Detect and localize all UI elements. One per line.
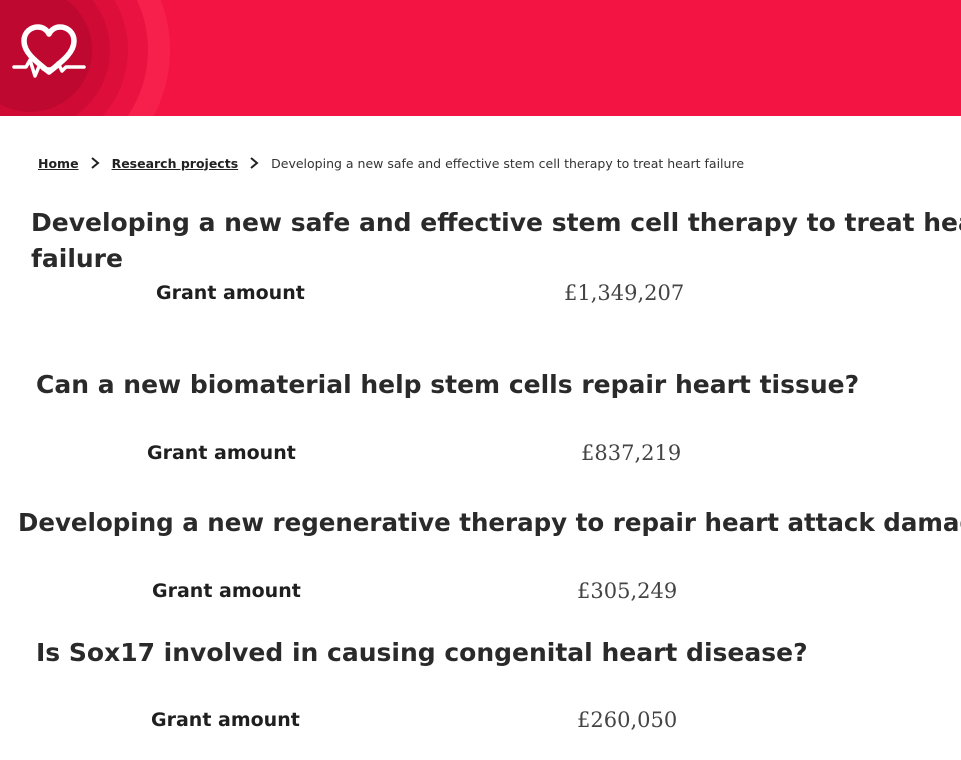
grant-amount-label: Grant amount: [151, 709, 300, 731]
heart-beat-logo-icon[interactable]: [12, 22, 86, 82]
breadcrumb: Home Research projects Developing a new …: [38, 153, 744, 173]
grant-amount-value: £837,219: [581, 441, 682, 465]
project-title[interactable]: Is Sox17 involved in causing congenital …: [36, 635, 808, 671]
grant-amount-value: £1,349,207: [564, 281, 685, 305]
breadcrumb-current-page: Developing a new safe and effective stem…: [271, 155, 745, 171]
site-header-banner: [0, 0, 961, 116]
grant-amount-label: Grant amount: [156, 282, 305, 304]
breadcrumb-research-projects-link[interactable]: Research projects: [112, 156, 239, 171]
project-title[interactable]: Developing a new safe and effective stem…: [31, 205, 961, 277]
grant-amount-value: £305,249: [577, 579, 678, 603]
grant-amount-label: Grant amount: [147, 442, 296, 464]
project-title-line: Developing a new safe and effective stem…: [31, 208, 961, 237]
chevron-right-icon: [90, 157, 100, 169]
chevron-right-icon: [250, 157, 259, 169]
breadcrumb-home-link[interactable]: Home: [38, 156, 79, 171]
project-title[interactable]: Developing a new regenerative therapy to…: [18, 505, 961, 541]
grant-amount-label: Grant amount: [152, 580, 301, 602]
project-title-line: failure: [31, 244, 123, 273]
grant-amount-value: £260,050: [577, 708, 678, 732]
project-title[interactable]: Can a new biomaterial help stem cells re…: [36, 367, 859, 403]
